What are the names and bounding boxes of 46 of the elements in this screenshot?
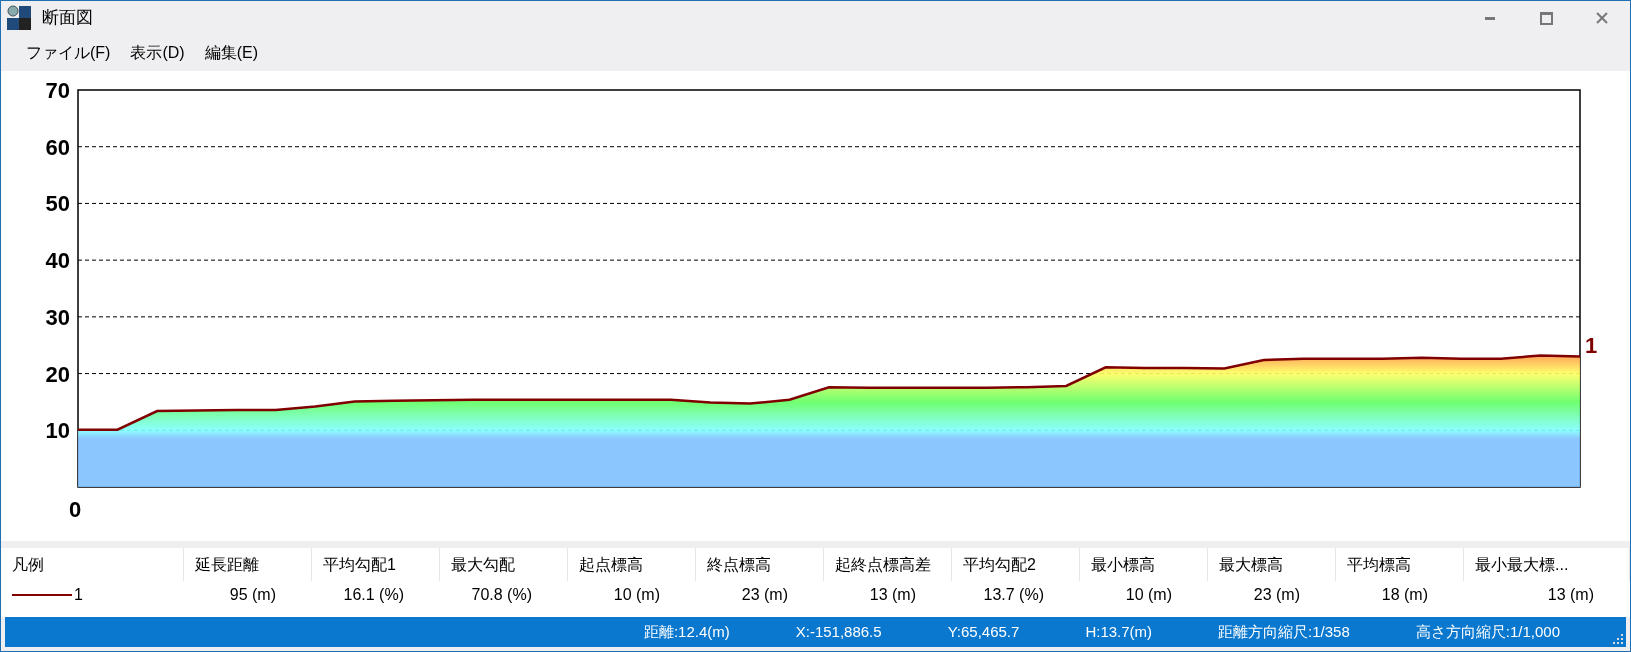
column-header[interactable]: 凡例 (1, 548, 184, 581)
table-cell-text: 10 (m) (1124, 585, 1173, 605)
axis-label: 30 (45, 304, 70, 330)
table-cell-text: 70.8 (%) (470, 585, 533, 605)
table-cell-text: 13 (m) (1546, 585, 1595, 605)
app-icon (6, 5, 32, 31)
column-header[interactable]: 起終点標高差 (824, 548, 952, 581)
menu-item[interactable]: 編集(E) (196, 41, 266, 65)
series-label: 1 (1585, 332, 1598, 358)
status-text: X:-151,886.5 (795, 621, 882, 642)
axis-label: 60 (45, 134, 70, 160)
menu-item[interactable]: 表示(D) (122, 41, 193, 65)
column-header[interactable]: 最大勾配 (440, 548, 568, 581)
table-cell-text: 23 (m) (1252, 585, 1301, 605)
table-cell-text: 10 (m) (612, 585, 661, 605)
legend-label: 1 (74, 585, 83, 605)
menu-item[interactable]: ファイル(F) (18, 41, 119, 65)
table-cell-text: 16.1 (%) (342, 585, 405, 605)
axis-label: 10 (45, 418, 70, 444)
table-cell-text: 13 (m) (868, 585, 917, 605)
resize-grip-icon (1613, 634, 1623, 644)
window-title: 断面図 (42, 7, 93, 30)
status-text: 距離:12.4(m) (643, 621, 730, 642)
axis-label: 70 (45, 78, 70, 103)
table-cell-text: 18 (m) (1380, 585, 1429, 605)
column-header[interactable]: 最大標高 (1208, 548, 1336, 581)
column-header[interactable]: 終点標高 (696, 548, 824, 581)
column-header[interactable]: 平均標高 (1336, 548, 1464, 581)
status-text: 高さ方向縮尺:1/1,000 (1415, 621, 1560, 642)
table-cell-text: 95 (m) (228, 585, 277, 605)
status-text: Y:65,465.7 (947, 621, 1020, 642)
column-header[interactable]: 起点標高 (568, 548, 696, 581)
status-text: 距離方向縮尺:1/358 (1218, 621, 1350, 642)
axis-label: 40 (45, 248, 70, 274)
status-text: H:13.7(m) (1085, 621, 1153, 642)
axis-label: 50 (45, 191, 70, 217)
table-cell-text: 13.7 (%) (982, 585, 1045, 605)
column-header[interactable]: 延長距離 (184, 548, 312, 581)
table-cell-text: 23 (m) (740, 585, 789, 605)
close-icon (1596, 12, 1608, 24)
column-header[interactable]: 平均勾配1 (312, 548, 440, 581)
axis-label: 20 (45, 361, 70, 387)
axis-label: 0 (68, 497, 82, 522)
column-header[interactable]: 平均勾配2 (952, 548, 1080, 581)
column-header[interactable]: 最小標高 (1080, 548, 1208, 581)
column-header[interactable]: 最小最大標... (1464, 548, 1630, 581)
